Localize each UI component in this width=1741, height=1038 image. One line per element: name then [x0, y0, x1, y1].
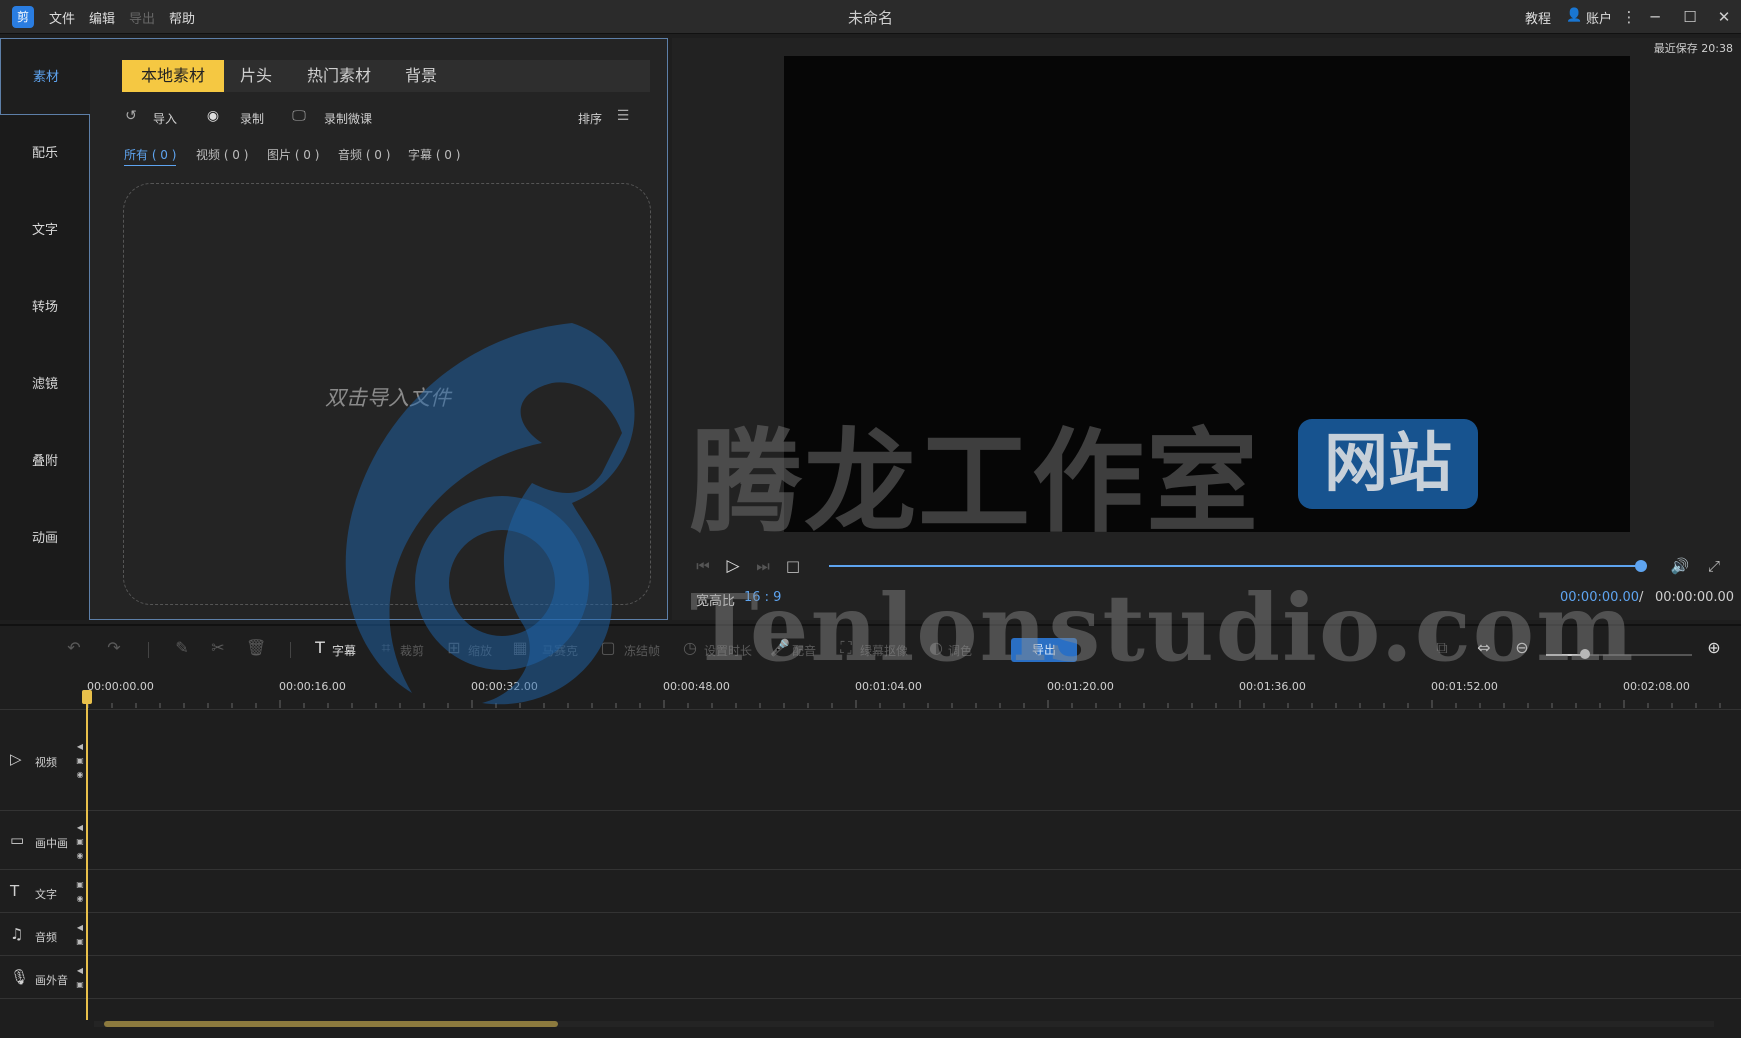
- lock-icon[interactable]: ▣: [75, 937, 85, 947]
- time-separator: /: [1639, 590, 1644, 605]
- tick-label: 00:00:00.00: [87, 680, 154, 693]
- microphone-track-icon: 🎙: [10, 968, 30, 986]
- track-voiceover[interactable]: 🎙 画外音 ◀ ▣: [0, 956, 1741, 999]
- music-track-icon: ♫: [10, 925, 24, 943]
- category-sidebar: 素材 配乐 文字 转场 滤镜 叠附 动画: [0, 38, 91, 620]
- more-menu-icon[interactable]: ⋮: [1618, 6, 1640, 28]
- sidebar-item-filter[interactable]: 滤镜: [0, 346, 90, 423]
- tab-hot-material[interactable]: 热门素材: [290, 60, 388, 92]
- sidebar-item-animation[interactable]: 动画: [0, 500, 90, 577]
- track-label: 画中画: [35, 837, 68, 850]
- list-icon[interactable]: ☰: [614, 107, 632, 125]
- redo-icon[interactable]: ↷: [104, 638, 124, 658]
- video-track-icon: ▷: [10, 750, 22, 768]
- track-label: 画外音: [35, 974, 68, 987]
- playhead-handle[interactable]: [82, 690, 92, 704]
- eye-icon[interactable]: ◉: [75, 851, 85, 861]
- record-button[interactable]: 录制: [240, 110, 264, 127]
- sidebar-item-overlay[interactable]: 叠附: [0, 423, 90, 500]
- total-time: 00:00:00.00: [1655, 590, 1735, 605]
- zoom-in-icon[interactable]: ⊕: [1704, 638, 1724, 658]
- lock-icon[interactable]: ▣: [75, 980, 85, 990]
- record-icon[interactable]: ◉: [204, 107, 222, 125]
- speaker-icon[interactable]: ◀: [75, 742, 85, 752]
- tutorial-link[interactable]: 教程: [1525, 8, 1551, 27]
- sidebar-item-transition[interactable]: 转场: [0, 269, 90, 346]
- track-audio[interactable]: ♫ 音频 ◀ ▣: [0, 913, 1741, 956]
- delete-icon[interactable]: 🗑: [246, 638, 266, 658]
- watermark-badge: 网站: [1298, 419, 1478, 509]
- speaker-icon[interactable]: ◀: [75, 823, 85, 833]
- lock-icon[interactable]: ▣: [75, 756, 85, 766]
- filter-all[interactable]: 所有 ( 0 ): [124, 146, 177, 166]
- maximize-icon[interactable]: ☐: [1679, 6, 1701, 28]
- text-track-icon: T: [10, 882, 20, 900]
- account-link[interactable]: 账户: [1586, 8, 1612, 27]
- playback-progress-handle[interactable]: [1635, 560, 1647, 572]
- playback-progress-bar[interactable]: [829, 565, 1641, 567]
- record-lesson-button[interactable]: 录制微课: [324, 110, 372, 127]
- track-text[interactable]: T 文字 ▣ ◉: [0, 870, 1741, 913]
- window-title: 未命名: [847, 9, 893, 27]
- filter-subtitle[interactable]: 字幕 ( 0 ): [408, 146, 460, 163]
- watermark-url: Tenlonstudio.com: [690, 574, 1636, 682]
- sidebar-item-music[interactable]: 配乐: [0, 115, 90, 192]
- user-icon[interactable]: 👤: [1566, 8, 1582, 23]
- lock-icon[interactable]: ▣: [75, 880, 85, 890]
- undo-icon[interactable]: ↶: [64, 638, 84, 658]
- import-icon[interactable]: ↺: [122, 107, 140, 125]
- minimize-icon[interactable]: ─: [1644, 6, 1666, 28]
- import-button[interactable]: 导入: [153, 110, 177, 127]
- tab-background[interactable]: 背景: [388, 60, 454, 92]
- speaker-icon[interactable]: ◀: [75, 966, 85, 976]
- sidebar-item-material[interactable]: 素材: [0, 38, 91, 115]
- playhead[interactable]: [86, 692, 88, 1020]
- material-tabbar: 本地素材 片头 热门素材 背景: [122, 60, 650, 92]
- track-video[interactable]: ▷ 视频 ◀ ▣ ◉: [0, 710, 1741, 811]
- filter-audio[interactable]: 音频 ( 0 ): [338, 146, 390, 163]
- filter-video[interactable]: 视频 ( 0 ): [196, 146, 248, 163]
- timeline-scrollbar-thumb[interactable]: [104, 1021, 558, 1027]
- track-label: 文字: [35, 888, 57, 901]
- filter-image[interactable]: 图片 ( 0 ): [267, 146, 319, 163]
- eye-icon[interactable]: ◉: [75, 894, 85, 904]
- autosave-status: 最近保存 20:38: [1653, 42, 1733, 55]
- sort-button[interactable]: 排序: [578, 110, 602, 127]
- track-pip[interactable]: ▭ 画中画 ◀ ▣ ◉: [0, 811, 1741, 870]
- edit-icon[interactable]: ✎: [172, 638, 192, 658]
- track-label: 音频: [35, 931, 57, 944]
- toolbar-divider: [148, 642, 149, 658]
- tab-local-material[interactable]: 本地素材: [122, 60, 224, 92]
- cut-icon[interactable]: ✂: [208, 638, 228, 658]
- pip-track-icon: ▭: [10, 831, 25, 849]
- eye-icon[interactable]: ◉: [75, 770, 85, 780]
- close-icon[interactable]: ✕: [1713, 6, 1735, 28]
- sidebar-item-text[interactable]: 文字: [0, 192, 90, 269]
- volume-icon[interactable]: 🔊: [1669, 555, 1691, 577]
- fullscreen-icon[interactable]: ⤢: [1703, 555, 1725, 577]
- screen-record-icon[interactable]: 🖵: [290, 107, 308, 125]
- lock-icon[interactable]: ▣: [75, 837, 85, 847]
- watermark-dragon-logo: [345, 323, 635, 705]
- watermark-title: 腾龙工作室: [690, 417, 1260, 548]
- tab-intro[interactable]: 片头: [224, 60, 288, 92]
- speaker-icon[interactable]: ◀: [75, 923, 85, 933]
- track-label: 视频: [35, 756, 57, 769]
- toolbar-divider: [290, 642, 291, 658]
- title-bar: 剪 文件 编辑 导出 帮助 未命名 教程 👤 账户 ⋮ ─ ☐ ✕: [0, 0, 1741, 34]
